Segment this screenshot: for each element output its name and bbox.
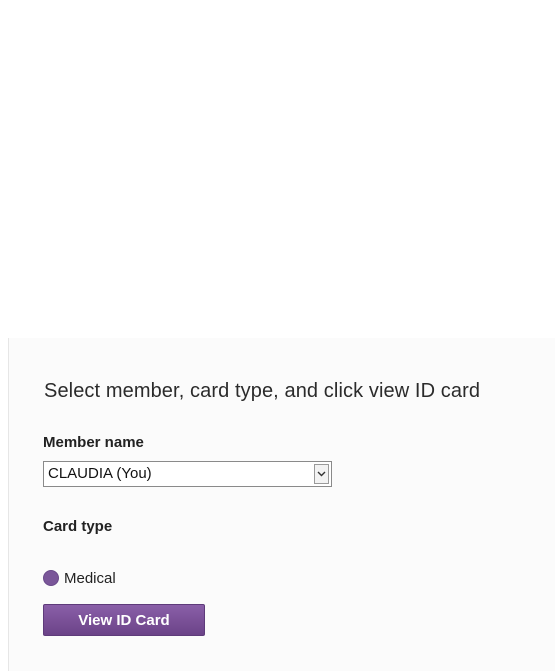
member-name-selected-value: CLAUDIA (You): [48, 465, 152, 482]
card-type-medical-label: Medical: [64, 569, 116, 587]
chevron-down-icon[interactable]: [314, 464, 329, 484]
radio-selected-icon[interactable]: [43, 570, 59, 586]
member-name-select[interactable]: CLAUDIA (You): [43, 461, 332, 487]
instruction-text: Select member, card type, and click view…: [44, 380, 481, 402]
view-id-card-button[interactable]: View ID Card: [43, 604, 205, 636]
member-name-label: Member name: [43, 434, 144, 451]
card-type-label: Card type: [43, 518, 113, 535]
id-card-panel: Select member, card type, and click view…: [8, 338, 555, 671]
card-type-medical-option[interactable]: Medical: [43, 569, 116, 587]
